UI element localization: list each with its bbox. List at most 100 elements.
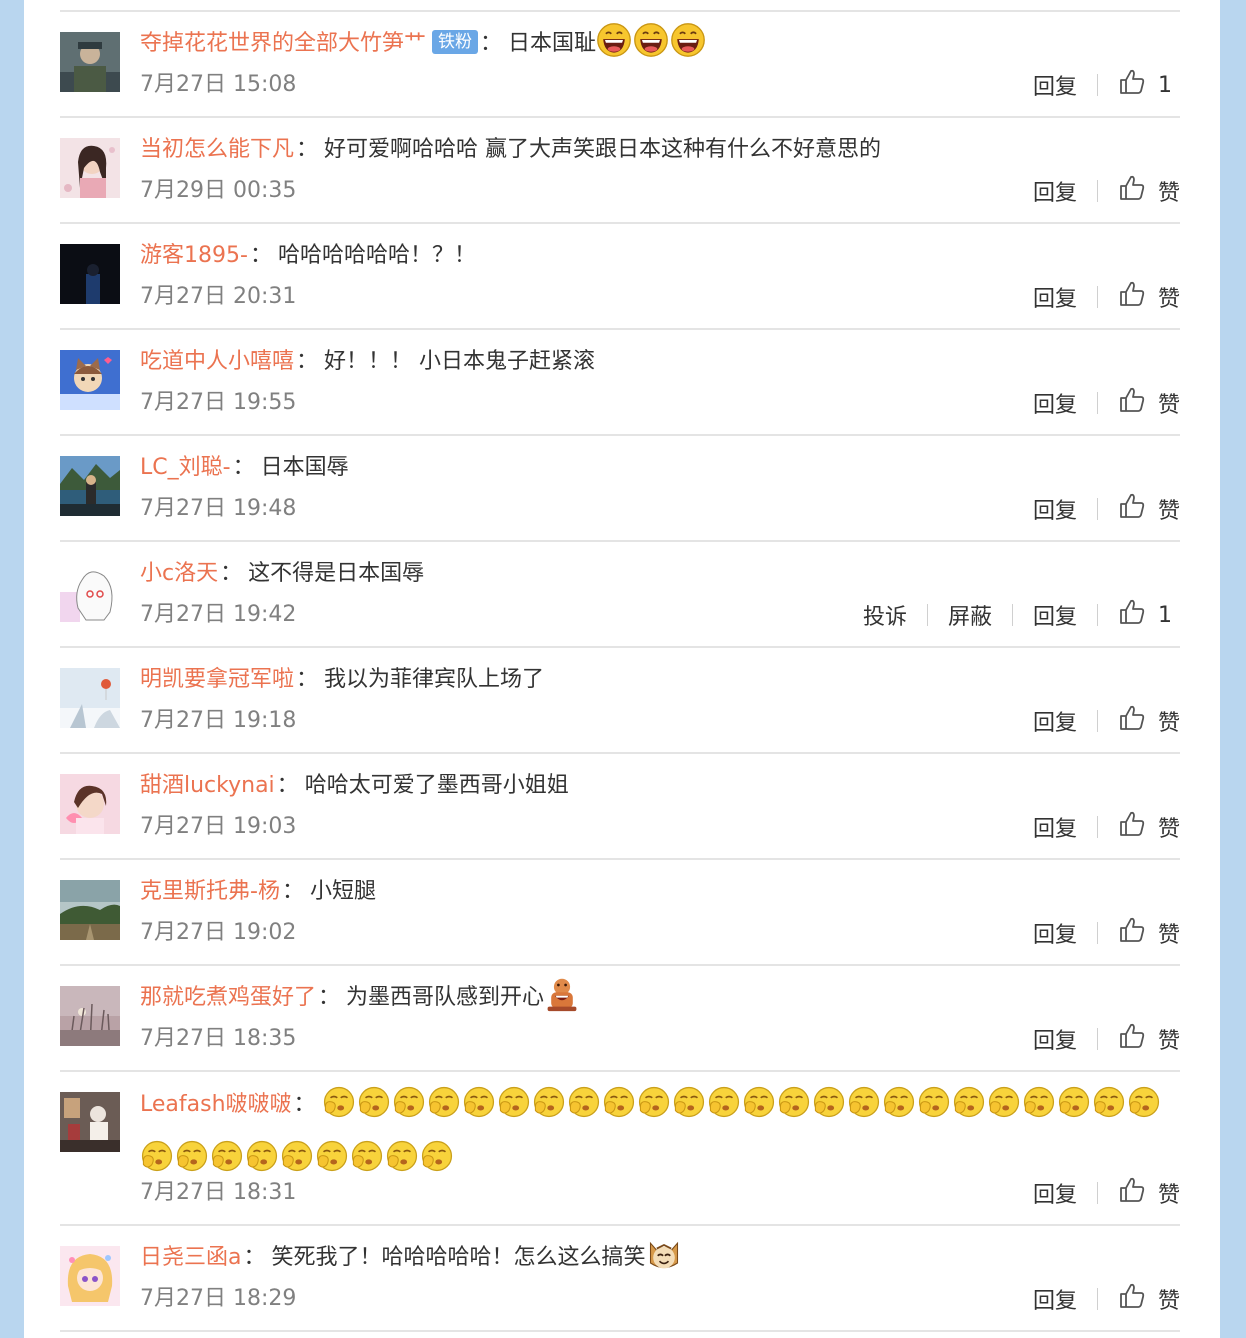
colon-separator: ： bbox=[296, 349, 319, 374]
username-link[interactable]: 日尧三函a bbox=[140, 1245, 241, 1270]
colon-separator: ： bbox=[249, 243, 272, 268]
username-link[interactable]: Leafash啵啵啵 bbox=[140, 1092, 292, 1117]
avatar-soldier-photo[interactable] bbox=[60, 32, 120, 92]
action-divider bbox=[926, 604, 928, 626]
comment-item: 那就吃煮鸡蛋好了： 为墨西哥队感到开心 7月27日 18:35 回复 赞 bbox=[60, 966, 1180, 1070]
thumbs-up-icon bbox=[1118, 280, 1158, 314]
colon-separator: ： bbox=[232, 455, 255, 480]
reply-button[interactable]: 回复 bbox=[1033, 493, 1077, 525]
like-button[interactable]: 赞 bbox=[1118, 916, 1180, 950]
avatar-anime-sketch[interactable] bbox=[60, 562, 120, 622]
block-button[interactable]: 屏蔽 bbox=[948, 599, 992, 631]
thumbs-up-icon bbox=[1118, 598, 1158, 632]
username-link[interactable]: 克里斯托弗-杨 bbox=[140, 879, 280, 904]
reply-button[interactable]: 回复 bbox=[1033, 1023, 1077, 1055]
comment-text: 这不得是日本国辱 bbox=[248, 561, 425, 586]
thumbs-up-icon bbox=[1118, 386, 1158, 420]
avatar-anime-girl[interactable] bbox=[60, 1246, 120, 1306]
thumbs-up-icon bbox=[1118, 1022, 1158, 1056]
reply-button[interactable]: 回复 bbox=[1033, 175, 1077, 207]
username-link[interactable]: 明凯要拿冠军啦 bbox=[140, 667, 294, 692]
reply-button[interactable]: 回复 bbox=[1033, 1283, 1077, 1315]
username-link[interactable]: 那就吃煮鸡蛋好了 bbox=[140, 985, 316, 1010]
like-button[interactable]: 赞 bbox=[1118, 810, 1180, 844]
laugh-emoji-icon bbox=[633, 22, 669, 74]
colon-separator: ： bbox=[480, 31, 503, 56]
like-count: 赞 bbox=[1157, 287, 1180, 312]
comment-text: 好可爱啊哈哈哈 赢了大声笑跟日本这种有什么不好意思的 bbox=[324, 137, 882, 162]
report-button[interactable]: 投诉 bbox=[863, 599, 907, 631]
like-count: 赞 bbox=[1157, 393, 1180, 418]
like-count: 赞 bbox=[1157, 711, 1180, 736]
comment-text: 日本国辱 bbox=[260, 455, 349, 480]
like-count: 1 bbox=[1158, 602, 1172, 628]
reply-button[interactable]: 回复 bbox=[1033, 599, 1077, 631]
reply-button[interactable]: 回复 bbox=[1033, 1177, 1077, 1209]
comment-item: 甜酒luckynai： 哈哈太可爱了墨西哥小姐姐 7月27日 19:03 回复 赞 bbox=[60, 754, 1180, 858]
avatar-reeds-photo[interactable] bbox=[60, 986, 120, 1046]
thumbs-up-icon bbox=[1118, 1282, 1158, 1316]
like-button[interactable]: 赞 bbox=[1118, 492, 1180, 526]
avatar-cartoon-cat[interactable] bbox=[60, 350, 120, 410]
reply-button[interactable]: 回复 bbox=[1033, 69, 1077, 101]
yawn-emoji-icon bbox=[462, 1085, 496, 1136]
action-divider bbox=[1096, 286, 1098, 308]
like-button[interactable]: 赞 bbox=[1118, 386, 1180, 420]
avatar-landscape-photo[interactable] bbox=[60, 880, 120, 940]
comment-content: 日尧三函a： 笑死我了！哈哈哈哈哈！怎么这么搞笑 bbox=[140, 1236, 1170, 1288]
avatar-dark-photo[interactable] bbox=[60, 244, 120, 304]
comment-timestamp: 7月27日 15:08 bbox=[140, 72, 297, 97]
like-button[interactable]: 1 bbox=[1118, 68, 1180, 102]
yawn-emoji-icon bbox=[707, 1085, 741, 1136]
like-button[interactable]: 赞 bbox=[1118, 174, 1180, 208]
avatar-pink-girl-photo[interactable] bbox=[60, 774, 120, 834]
avatar-girl-photo[interactable] bbox=[60, 138, 120, 198]
like-button[interactable]: 1 bbox=[1118, 598, 1180, 632]
comment-actions: 回复 赞 bbox=[1033, 280, 1180, 314]
username-link[interactable]: 小c洛天 bbox=[140, 561, 218, 586]
username-link[interactable]: 甜酒luckynai bbox=[140, 773, 275, 798]
username-link[interactable]: 吃道中人小嘻嘻 bbox=[140, 349, 294, 374]
comment-actions: 回复 赞 bbox=[1033, 1022, 1180, 1056]
action-divider bbox=[1096, 710, 1098, 732]
yawn-emoji-icon bbox=[1127, 1085, 1161, 1136]
comment-timestamp: 7月27日 19:48 bbox=[140, 496, 297, 521]
colon-separator: ： bbox=[276, 773, 299, 798]
reply-button[interactable]: 回复 bbox=[1033, 705, 1077, 737]
like-button[interactable]: 赞 bbox=[1118, 280, 1180, 314]
like-count: 赞 bbox=[1157, 1183, 1180, 1208]
reply-button[interactable]: 回复 bbox=[1033, 811, 1077, 843]
comment-text: 我以为菲律宾队上场了 bbox=[324, 667, 545, 692]
comment-timestamp: 7月29日 00:35 bbox=[140, 178, 297, 203]
username-link[interactable]: 游客1895- bbox=[140, 243, 248, 268]
comment-content: 那就吃煮鸡蛋好了： 为墨西哥队感到开心 bbox=[140, 976, 1170, 1028]
username-link[interactable]: LC_刘聪- bbox=[140, 455, 231, 480]
fan-badge[interactable]: 铁粉 bbox=[432, 30, 479, 54]
yawn-emoji-icon bbox=[567, 1085, 601, 1136]
yawn-emoji-icon bbox=[882, 1085, 916, 1136]
like-button[interactable]: 赞 bbox=[1118, 1176, 1180, 1210]
reply-button[interactable]: 回复 bbox=[1033, 917, 1077, 949]
username-link[interactable]: 当初怎么能下凡 bbox=[140, 137, 294, 162]
avatar-room-photo[interactable] bbox=[60, 1092, 120, 1152]
like-button[interactable]: 赞 bbox=[1118, 1022, 1180, 1056]
reply-button[interactable]: 回复 bbox=[1033, 387, 1077, 419]
avatar-lake-photo[interactable] bbox=[60, 456, 120, 516]
comment-timestamp: 7月27日 18:35 bbox=[140, 1026, 297, 1051]
yawn-emoji-icon bbox=[315, 1139, 349, 1190]
comment-content: 克里斯托弗-杨： 小短腿 bbox=[140, 870, 1170, 914]
avatar-winter-photo[interactable] bbox=[60, 668, 120, 728]
yawn-emoji-icon bbox=[742, 1085, 776, 1136]
action-divider bbox=[1096, 498, 1098, 520]
comment-timestamp: 7月27日 19:18 bbox=[140, 708, 297, 733]
username-link[interactable]: 夺掉花花世界的全部大竹笋艹 bbox=[140, 31, 426, 56]
reply-button[interactable]: 回复 bbox=[1033, 281, 1077, 313]
comment-timestamp: 7月27日 18:29 bbox=[140, 1286, 297, 1311]
like-button[interactable]: 赞 bbox=[1118, 1282, 1180, 1316]
yawn-emoji-icon bbox=[427, 1085, 461, 1136]
comment-timestamp: 7月27日 20:31 bbox=[140, 284, 297, 309]
comment-timestamp: 7月27日 19:55 bbox=[140, 390, 297, 415]
action-divider bbox=[1096, 1028, 1098, 1050]
like-button[interactable]: 赞 bbox=[1118, 704, 1180, 738]
comment-actions: 回复 赞 bbox=[1033, 1176, 1180, 1210]
